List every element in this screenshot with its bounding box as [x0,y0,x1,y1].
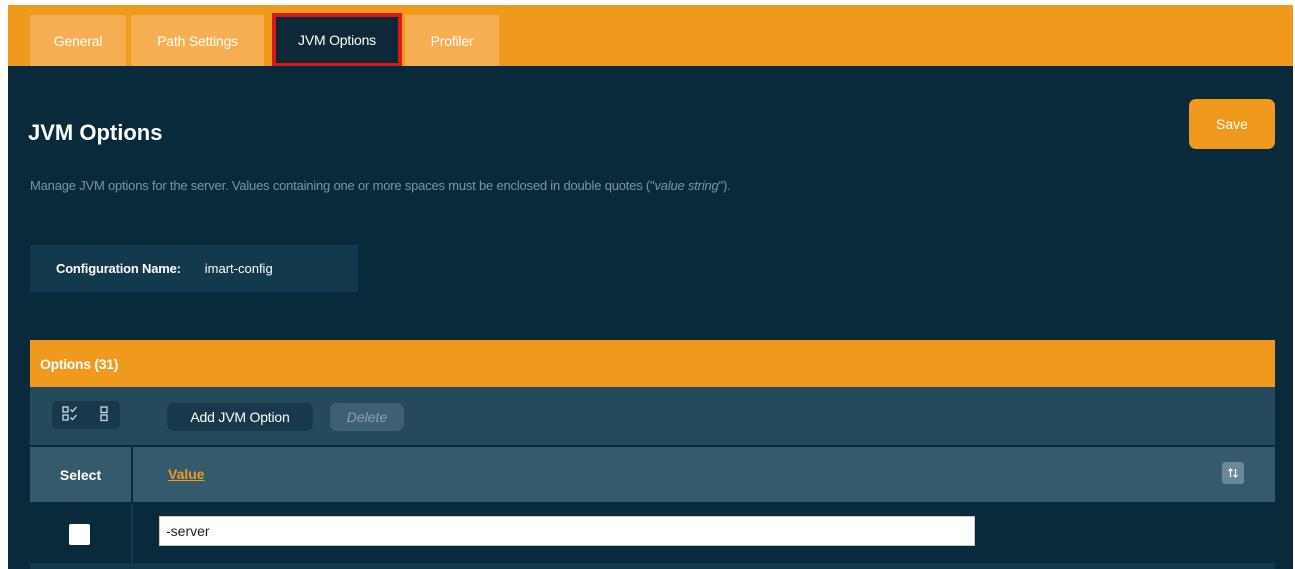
tab-profiler[interactable]: Profiler [405,15,499,66]
column-divider [131,447,133,502]
save-button[interactable]: Save [1189,99,1275,149]
sort-arrows-icon[interactable] [1222,462,1244,484]
page-description: Manage JVM options for the server. Value… [30,178,731,193]
tab-path-settings[interactable]: Path Settings [131,15,264,66]
uncheck-all-icon[interactable] [98,405,110,425]
app-window: General Path Settings JVM Options Profil… [8,5,1293,569]
tab-jvm-options[interactable]: JVM Options [272,13,402,66]
tab-label: Path Settings [157,32,238,49]
configuration-name-value: imart-config [204,261,273,276]
description-emphasis: value string [654,178,719,193]
options-header: Options (31) [30,340,1275,387]
table-row [30,504,1275,564]
row-select-checkbox[interactable] [69,524,90,545]
column-header-select: Select [59,466,102,483]
option-value-input[interactable] [159,516,975,546]
column-divider [131,504,133,564]
add-jvm-option-button[interactable]: Add JVM Option [167,403,313,431]
tab-label: JVM Options [298,32,376,48]
page-title: JVM Options [28,120,163,145]
configuration-name-label: Configuration Name: [56,261,181,276]
delete-button[interactable]: Delete [330,403,404,431]
tab-label: General [53,32,103,49]
selection-icons [52,401,120,429]
tab-label: Profiler [430,32,474,49]
column-header-value[interactable]: Value [168,466,205,482]
next-row-edge [30,563,1275,569]
configuration-name-box: Configuration Name: imart-config [30,245,358,292]
options-toolbar: Add JVM Option Delete [30,387,1275,445]
tab-general[interactable]: General [30,15,126,66]
tab-bar: General Path Settings JVM Options Profil… [8,5,1293,66]
table-header: Select Value [30,447,1275,502]
check-all-icon[interactable] [62,405,78,425]
description-text: Manage JVM options for the server. Value… [30,178,655,193]
description-end: "). [718,178,731,193]
